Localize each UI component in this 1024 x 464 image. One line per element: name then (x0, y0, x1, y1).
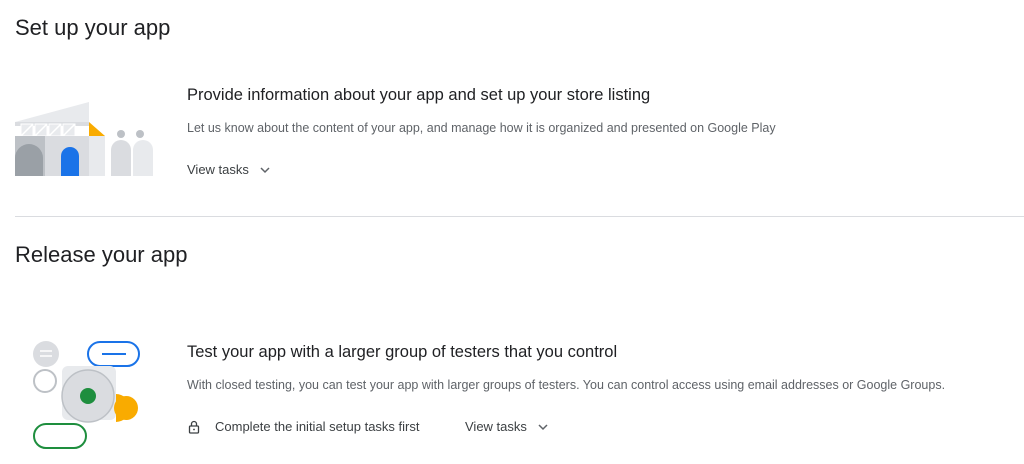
lock-icon (188, 420, 200, 434)
locked-status-text: Complete the initial setup tasks first (215, 419, 420, 434)
closed-testing-illustration (33, 341, 140, 449)
chevron-down-icon (260, 166, 270, 173)
card-title-store-listing: Provide information about your app and s… (187, 86, 651, 104)
section-title-setup: Set up your app (15, 15, 171, 40)
card-description-store-listing: Let us know about the content of your ap… (187, 121, 776, 135)
store-listing-illustration (15, 102, 153, 176)
view-tasks-button[interactable]: View tasks (465, 419, 549, 434)
section-title-release: Release your app (15, 242, 188, 267)
view-tasks-button[interactable]: View tasks (187, 162, 271, 177)
card-description-closed-testing: With closed testing, you can test your a… (187, 378, 946, 392)
chevron-down-icon (538, 423, 548, 430)
card-title-closed-testing: Test your app with a larger group of tes… (187, 343, 618, 361)
locked-status: Complete the initial setup tasks first (187, 419, 419, 434)
view-tasks-label: View tasks (187, 162, 249, 177)
view-tasks-label: View tasks (465, 419, 527, 434)
section-divider (15, 216, 1024, 217)
